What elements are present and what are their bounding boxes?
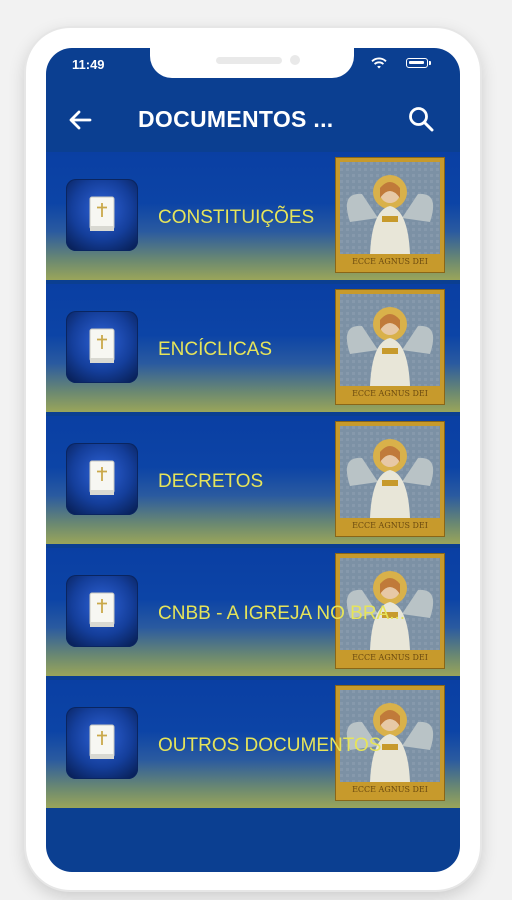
document-list-item-2[interactable]: ENCÍCLICAS ECCE AGNUS DEI: [46, 284, 460, 412]
svg-text:ECCE AGNUS DEI: ECCE AGNUS DEI: [352, 389, 428, 398]
book-icon: [89, 196, 115, 231]
status-bar: 11:49: [46, 48, 460, 84]
document-label: OUTROS DOCUMENTOS: [158, 735, 382, 756]
document-list-item-5[interactable]: OUTROS DOCUMENTOS ECCE AGNUS DEI: [46, 680, 460, 808]
book-badge: [66, 311, 138, 383]
svg-text:ECCE AGNUS DEI: ECCE AGNUS DEI: [352, 785, 428, 794]
angel-image: ECCE AGNUS DEI: [336, 158, 444, 272]
battery-icon: [406, 58, 431, 68]
wifi-icon: [371, 57, 387, 69]
book-badge: [66, 443, 138, 515]
book-icon: [89, 592, 115, 627]
book-icon: [89, 328, 115, 363]
svg-text:ECCE AGNUS DEI: ECCE AGNUS DEI: [352, 653, 428, 662]
app-bar: DOCUMENTOS ...: [46, 92, 460, 148]
status-time: 11:49: [72, 57, 105, 72]
document-label: DECRETOS: [158, 471, 264, 492]
book-badge: [66, 575, 138, 647]
document-label: CONSTITUIÇÕES: [158, 207, 315, 228]
back-arrow-icon[interactable]: [66, 106, 94, 134]
angel-image: ECCE AGNUS DEI: [336, 422, 444, 536]
book-icon: [89, 460, 115, 495]
document-list-item-3[interactable]: DECRETOS ECCE AGNUS DEI: [46, 416, 460, 544]
search-icon[interactable]: [406, 104, 436, 134]
svg-text:ECCE AGNUS DEI: ECCE AGNUS DEI: [352, 257, 428, 266]
book-icon: [89, 724, 115, 759]
svg-text:ECCE AGNUS DEI: ECCE AGNUS DEI: [352, 521, 428, 530]
document-list-item-4[interactable]: CNBB - A IGREJA NO BRA... ECCE AGNUS DEI: [46, 548, 460, 676]
app-screen: 11:49 DOCUMENTOS ... CONSTITUIÇÕES ECCE …: [46, 48, 460, 872]
document-list-item-1[interactable]: CONSTITUIÇÕES ECCE AGNUS DEI: [46, 152, 460, 280]
book-badge: [66, 707, 138, 779]
book-badge: [66, 179, 138, 251]
document-list: CONSTITUIÇÕES ECCE AGNUS DEI ENCÍCLICAS: [46, 152, 460, 812]
document-label: CNBB - A IGREJA NO BRA...: [158, 603, 406, 624]
document-label: ENCÍCLICAS: [158, 339, 273, 360]
angel-image: ECCE AGNUS DEI: [336, 290, 444, 404]
page-title: DOCUMENTOS ...: [138, 106, 334, 132]
